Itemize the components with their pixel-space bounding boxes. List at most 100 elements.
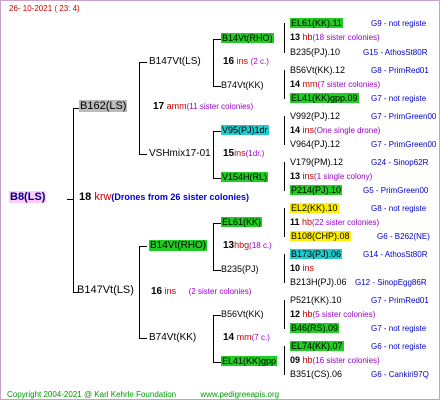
- connector: [284, 162, 285, 191]
- g4-name: V992(PJ).12: [290, 111, 341, 121]
- g4-note: (22 sister colonies): [312, 218, 380, 227]
- g4-name: B46(RS).09: [290, 323, 340, 333]
- g3-name: B56Vt(KK): [221, 309, 264, 319]
- g4-row: 09 hb(16 sister colonies): [290, 355, 380, 366]
- g4-row: 14 mm(7 sister colonies): [290, 79, 380, 90]
- g2-note: (18 c.): [249, 241, 272, 250]
- g4-note: (18 sister colonies): [312, 33, 380, 42]
- g4-name: B173(PJ).06: [290, 249, 343, 259]
- g4-name: EL61(KK).11: [290, 18, 343, 28]
- g4-note: (One single drone): [314, 126, 381, 135]
- g3-node: V95(PJ)1dr: [221, 125, 269, 136]
- g3-name: B235(PJ): [221, 264, 259, 274]
- g4-name: B56Vt(KK).12: [290, 65, 346, 75]
- g4-note: (5 sister colonies): [312, 310, 376, 319]
- g2-race: hbg: [234, 240, 250, 250]
- g4-row: 11 hb(22 sister colonies): [290, 217, 379, 228]
- g4-row: 10 ins: [290, 263, 314, 274]
- g2-race: ins: [234, 148, 246, 158]
- connector: [139, 62, 147, 63]
- g3-node: B56Vt(KK): [221, 309, 264, 320]
- g4-tag: G7 - PrimRed01: [371, 296, 429, 305]
- connector: [139, 154, 147, 155]
- connector: [213, 315, 214, 362]
- g3-node: B235(PJ): [221, 264, 259, 275]
- g3-node: V154H(RL): [221, 172, 269, 183]
- g4-name: B235(PJ).10: [290, 47, 341, 57]
- root-num: 18: [79, 191, 92, 203]
- connector: [284, 254, 285, 283]
- connector: [213, 131, 214, 178]
- g4-note: (16 sister colonies): [312, 356, 380, 365]
- connector: [73, 108, 74, 292]
- g4-tag: G6 - Cankiri97Q: [371, 370, 429, 379]
- g4-row: P521(KK).10: [290, 295, 342, 306]
- g4-num: 10: [290, 263, 301, 273]
- g2-node: VSHmix17-01: [149, 148, 211, 159]
- g3-name: V154H(RL): [221, 172, 269, 182]
- g4-tag: G12 - SinopEgg86R: [355, 278, 427, 287]
- g4-tag: G7 - PrimGreen00: [371, 140, 437, 149]
- g2-race: ins: [236, 56, 249, 66]
- g2-num: 15: [223, 148, 235, 159]
- g4-name: P214(PJ).10: [290, 185, 343, 195]
- g3-name: B14Vt(RHO): [221, 33, 274, 43]
- footer-link[interactable]: www.pedigreeapis.org: [200, 390, 279, 399]
- g4-num: 11: [290, 217, 300, 227]
- connector: [213, 39, 214, 86]
- g2-num: 16: [223, 56, 235, 67]
- g4-row: B235(PJ).10: [290, 47, 340, 58]
- connector: [284, 116, 285, 145]
- g4-tag: G8 - not registe: [371, 204, 427, 213]
- g3-name: B74Vt(KK): [221, 80, 264, 90]
- connector: [139, 338, 147, 339]
- root-info: 18 krw(Drones from 26 sister colonies): [79, 192, 249, 203]
- g4-row: V964(PJ).12: [290, 139, 340, 150]
- sire-note: (11 sister colonies): [186, 102, 254, 111]
- sire-node: B162(LS): [79, 100, 128, 112]
- date-header: 26- 10-2021 ( 23: 4): [9, 4, 80, 13]
- g4-tag: G8 - PrimRed01: [371, 66, 429, 75]
- dam-info: 16 ins (2 sister colonies): [151, 286, 251, 297]
- connector: [213, 223, 221, 224]
- g4-row: EL41(KK)gpp.09: [290, 93, 359, 104]
- g4-row: V992(PJ).12: [290, 111, 340, 122]
- connector: [139, 246, 140, 338]
- g4-row: 14 ins(One single drone): [290, 125, 380, 136]
- connector: [284, 70, 285, 99]
- g3-node: EL41(KK)gpp: [221, 356, 278, 367]
- g4-race: ins: [302, 263, 315, 273]
- g4-race: hb: [302, 217, 313, 227]
- root-race: krw: [94, 191, 112, 203]
- sire-info: 17 amm(11 sister colonies): [153, 101, 253, 112]
- connector: [139, 246, 147, 247]
- sire-name: B162(LS): [79, 100, 128, 112]
- g2-name: B14Vt(RHO): [149, 240, 208, 251]
- g4-race: mm: [302, 79, 318, 89]
- g3-node: EL61(KK): [221, 217, 263, 228]
- g4-row: B108(CHP).08: [290, 231, 351, 242]
- g2-note: (2 c.): [250, 57, 269, 66]
- sire-race: amm: [166, 101, 187, 111]
- dam-node: B147Vt(LS): [77, 285, 134, 296]
- g4-row: 12 hb(5 sister colonies): [290, 309, 375, 320]
- g4-row: P214(PJ).10: [290, 185, 343, 196]
- g4-tag: G5 - PrimGreen00: [363, 186, 429, 195]
- g4-row: B173(PJ).06: [290, 249, 343, 260]
- g4-name: P521(KK).10: [290, 295, 342, 305]
- g4-row: EL2(KK).10: [290, 203, 339, 214]
- g2-info: 16 ins (2 c.): [223, 56, 269, 67]
- g3-node: B14Vt(RHO): [221, 33, 274, 44]
- g2-info: 14 mm(7 c.): [223, 332, 270, 343]
- pedigree-chart: 26- 10-2021 ( 23: 4) B8(LS) 18 krw(Drone…: [0, 0, 440, 400]
- g3-name: EL41(KK)gpp: [221, 356, 278, 366]
- g4-name: B351(CS).06: [290, 369, 343, 379]
- g4-name: B213H(PJ).06: [290, 277, 347, 287]
- g4-row: EL61(KK).11: [290, 18, 343, 29]
- g4-num: 14: [290, 125, 301, 135]
- connector: [284, 300, 285, 329]
- g2-node: B14Vt(RHO): [149, 240, 208, 251]
- g4-name: B108(CHP).08: [290, 231, 351, 241]
- g4-row: 13 ins(1 single colony): [290, 171, 372, 182]
- sire-num: 17: [153, 101, 165, 112]
